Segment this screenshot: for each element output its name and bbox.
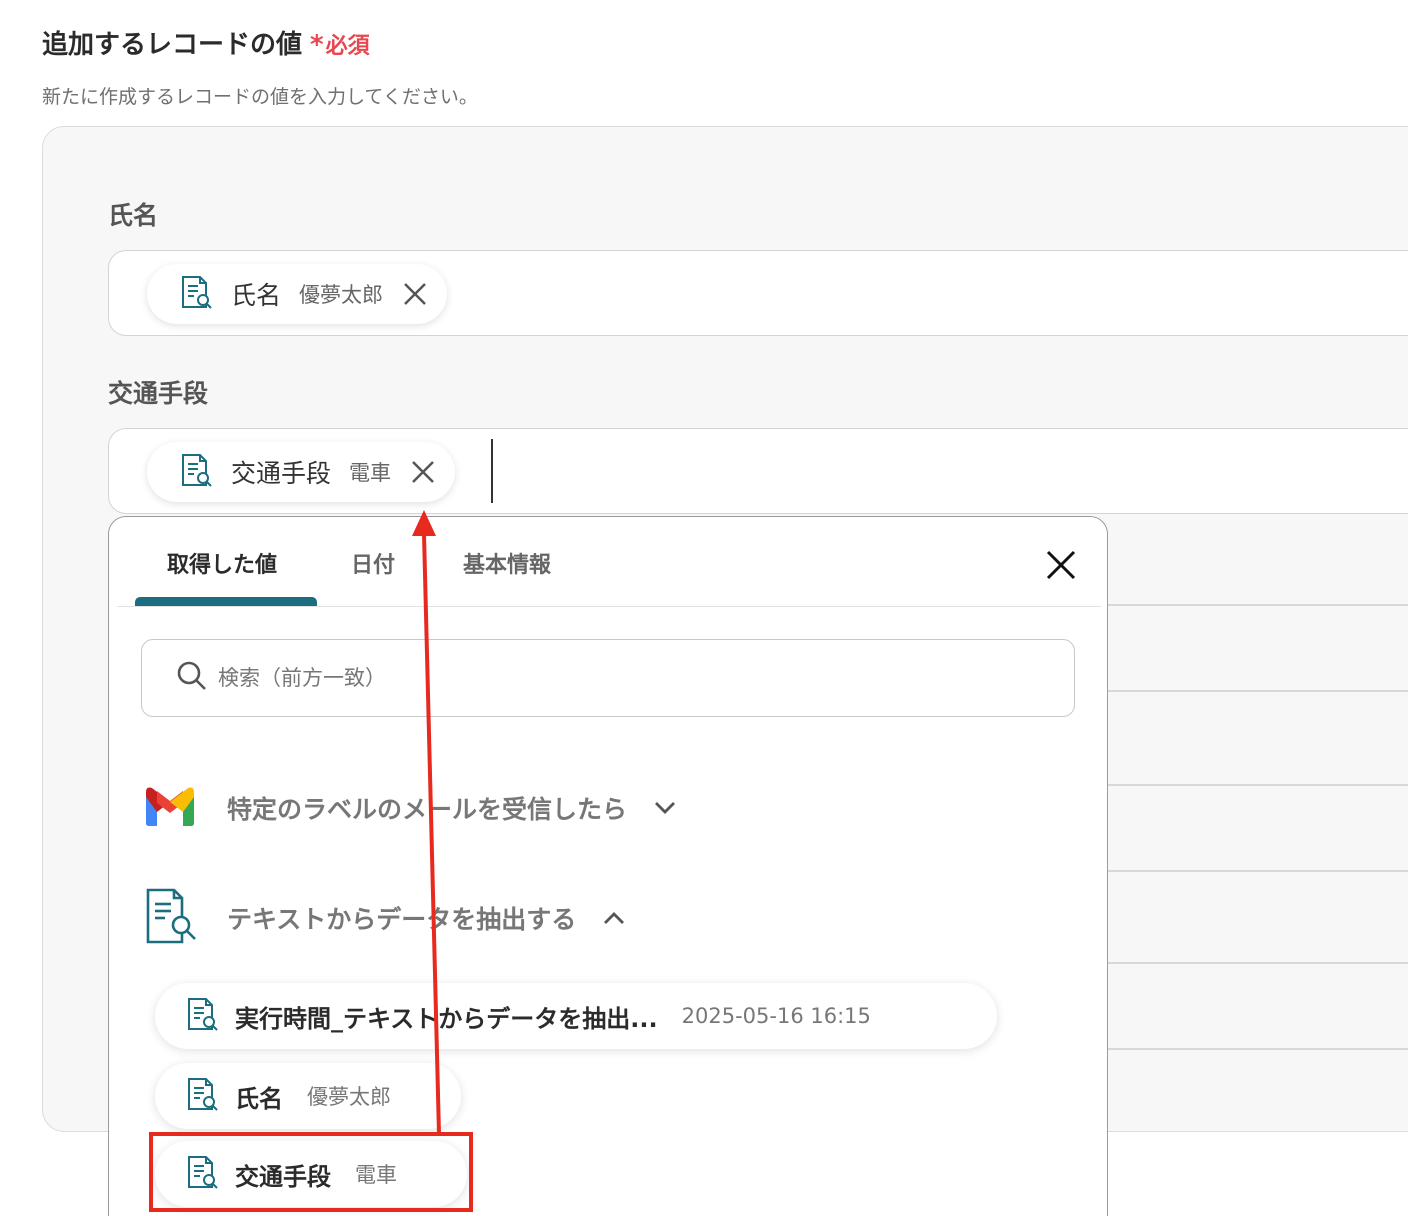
background-field-edge <box>1107 690 1408 692</box>
group-label: 特定のラベルのメールを受信したら <box>227 795 628 824</box>
document-search-icon <box>185 996 221 1036</box>
chip-value: 電車 <box>349 461 392 485</box>
background-field-edge <box>1107 962 1408 964</box>
tab-basic-info[interactable]: 基本情報 <box>463 547 551 579</box>
group-extract-data[interactable]: テキストからデータを抽出する <box>143 887 626 949</box>
required-label: 必須 <box>325 34 370 59</box>
section-description: 新たに作成するレコードの値を入力してください。 <box>42 86 478 108</box>
tab-retrieved-values[interactable]: 取得した値 <box>167 547 277 579</box>
search-box <box>141 639 1075 717</box>
background-field-edge <box>1107 1048 1408 1050</box>
search-icon <box>176 660 208 696</box>
item-name: 氏名 <box>235 1084 283 1113</box>
item-value: 2025-05-16 16:15 <box>681 1004 871 1028</box>
document-search-icon <box>179 274 215 314</box>
section-title-text: 追加するレコードの値 <box>42 30 303 60</box>
background-field-edge <box>1107 604 1408 606</box>
text-caret <box>491 439 493 503</box>
tab-date[interactable]: 日付 <box>351 547 395 579</box>
item-value: 優夢太郎 <box>307 1085 391 1109</box>
annotation-highlight-box <box>149 1132 473 1212</box>
chip-label: 交通手段 <box>231 459 332 488</box>
chevron-down-icon <box>653 800 677 816</box>
chevron-up-icon <box>602 910 626 926</box>
search-input[interactable] <box>218 666 1018 690</box>
document-search-icon <box>179 452 215 492</box>
name-field[interactable]: 氏名 優夢太郎 <box>108 250 1408 336</box>
chip-value: 優夢太郎 <box>299 283 384 307</box>
value-chip-transport[interactable]: 交通手段 電車 <box>147 442 456 502</box>
field-label-transport: 交通手段 <box>108 379 209 408</box>
close-icon[interactable] <box>409 458 437 486</box>
background-field-edge <box>1107 784 1408 786</box>
close-icon[interactable] <box>1043 547 1079 583</box>
list-item[interactable]: 氏名 優夢太郎 <box>155 1063 461 1129</box>
close-icon[interactable] <box>401 280 429 308</box>
chip-label: 氏名 <box>231 281 282 310</box>
transport-field[interactable]: 交通手段 電車 <box>108 428 1408 514</box>
required-mark: * <box>310 30 324 60</box>
item-name: 実行時間_テキストからデータを抽出... <box>235 1004 658 1033</box>
popup-tabs: 取得した値 日付 基本情報 <box>117 517 1101 607</box>
document-search-icon <box>185 1076 221 1116</box>
group-label: テキストからデータを抽出する <box>227 905 577 934</box>
document-search-icon <box>143 887 201 949</box>
group-gmail-trigger[interactable]: 特定のラベルのメールを受信したら <box>143 785 677 831</box>
value-chip-name[interactable]: 氏名 優夢太郎 <box>147 264 448 324</box>
value-picker-popup: 取得した値 日付 基本情報 特定のラベルのメールを受信したら <box>108 516 1108 1216</box>
active-tab-indicator <box>135 597 317 606</box>
field-label-name: 氏名 <box>108 201 159 230</box>
gmail-icon <box>143 785 197 831</box>
list-item[interactable]: 実行時間_テキストからデータを抽出... 2025-05-16 16:15 <box>155 983 997 1049</box>
section-title: 追加するレコードの値 * 必須 <box>42 24 370 61</box>
background-field-edge <box>1107 870 1408 872</box>
